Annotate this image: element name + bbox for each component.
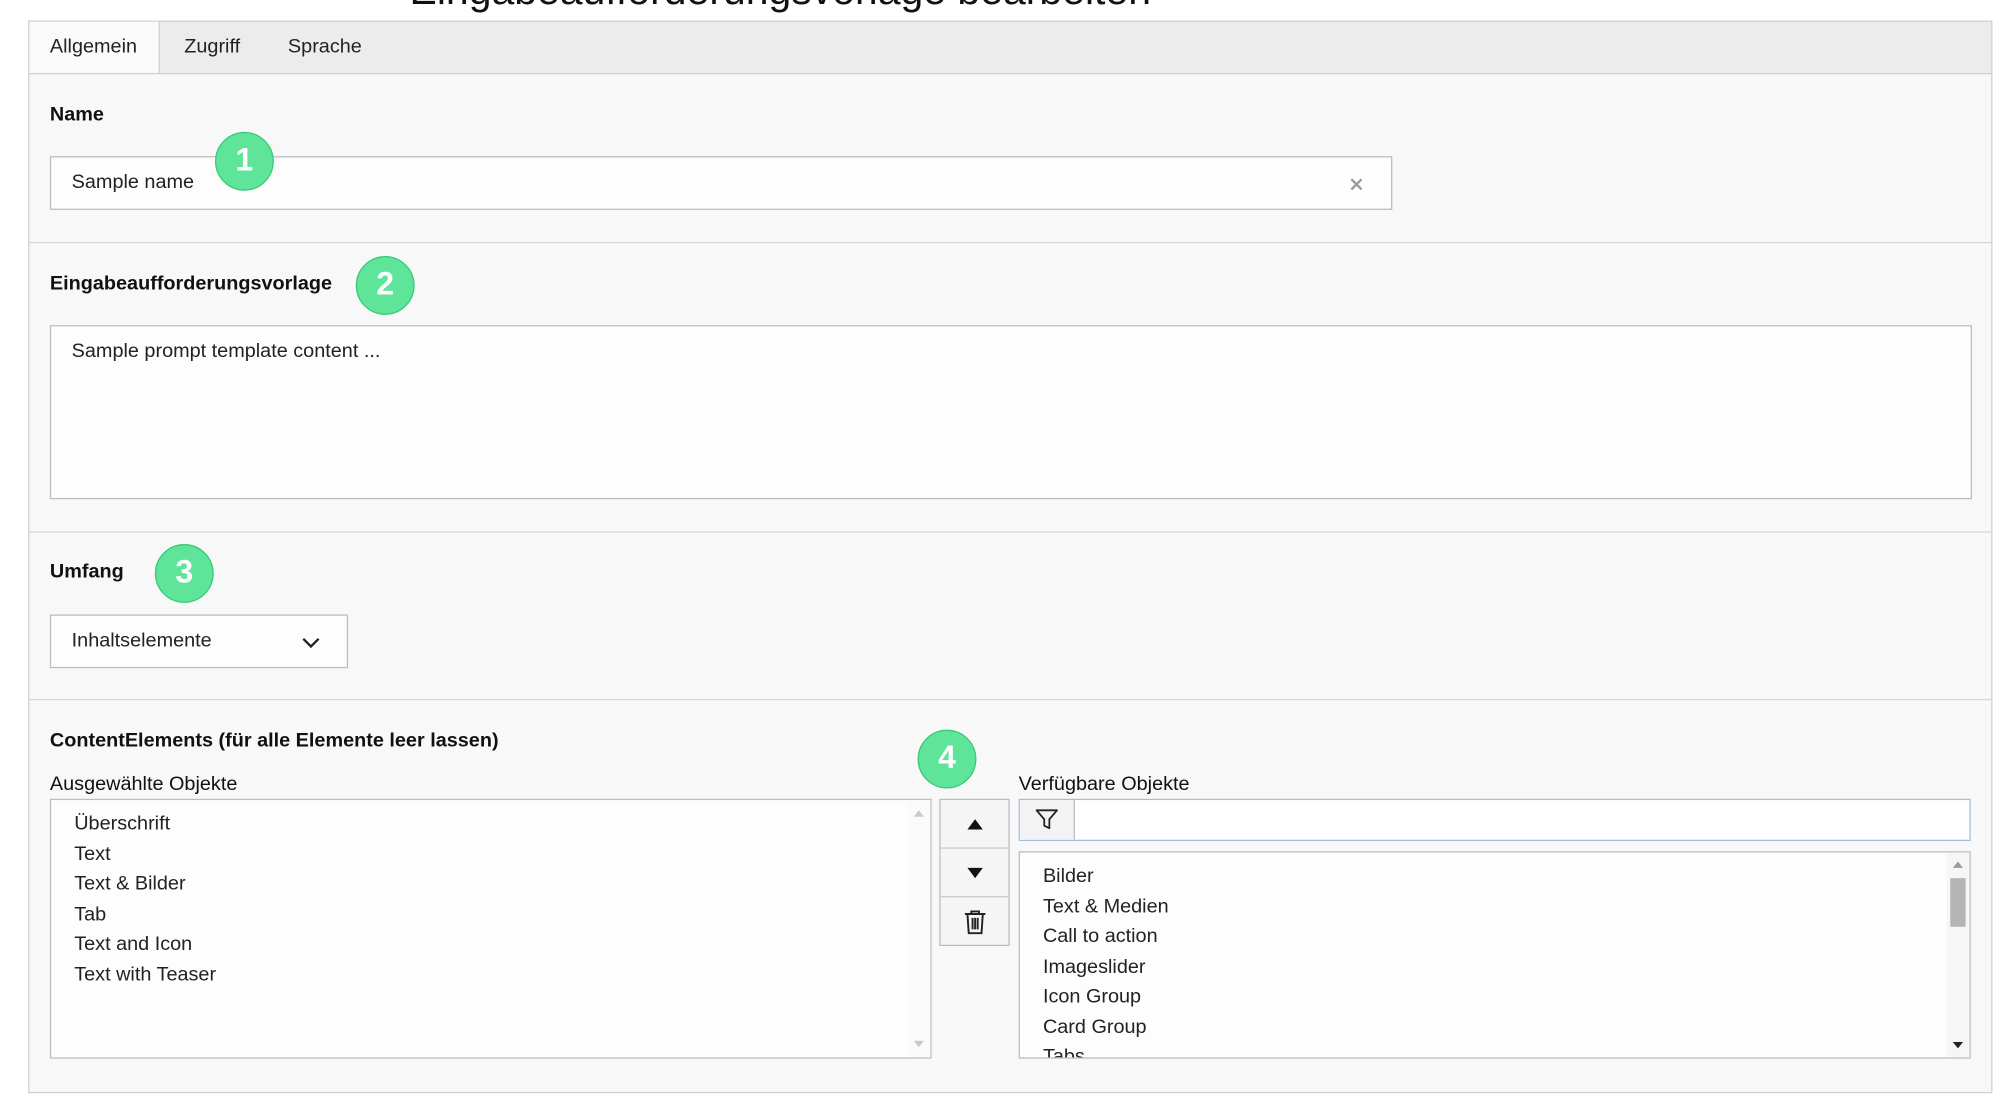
tab-label: Allgemein bbox=[49, 35, 138, 58]
filter-icon-box bbox=[1019, 800, 1075, 840]
list-item[interactable]: Text with Teaser bbox=[74, 964, 216, 987]
list-item[interactable]: Bilder bbox=[1043, 865, 1094, 888]
list-item[interactable]: Text & Bilder bbox=[74, 873, 185, 896]
list-item[interactable]: Icon Group bbox=[1043, 986, 1141, 1009]
move-down-button[interactable] bbox=[940, 849, 1009, 898]
step-badge-1: 1 bbox=[214, 131, 274, 191]
selected-objects-list[interactable]: Überschrift Text Text & Bilder Tab Text … bbox=[49, 798, 932, 1059]
move-up-icon bbox=[966, 818, 983, 829]
move-down-icon bbox=[966, 867, 983, 878]
step-badge-4: 4 bbox=[917, 729, 977, 789]
delete-button[interactable] bbox=[941, 897, 1009, 946]
tab-bar: Allgemein Zugriff Sprache bbox=[28, 20, 1993, 76]
filter-icon bbox=[1035, 809, 1058, 830]
name-input-value: Sample name bbox=[71, 171, 195, 194]
scroll-down-arrow-icon[interactable] bbox=[1952, 1041, 1965, 1051]
list-item[interactable]: Call to action bbox=[1043, 926, 1158, 949]
scroll-up-arrow-icon[interactable] bbox=[912, 808, 925, 818]
chevron-down-icon bbox=[302, 637, 320, 649]
scrollbar-thumb[interactable] bbox=[1950, 878, 1966, 927]
section-divider bbox=[29, 698, 1992, 701]
list-item[interactable]: Überschrift bbox=[74, 813, 170, 836]
list-item[interactable]: Tab bbox=[74, 904, 106, 927]
list-item[interactable]: Card Group bbox=[1043, 1016, 1147, 1039]
step-badge-3: 3 bbox=[154, 544, 214, 603]
trash-icon bbox=[964, 910, 985, 935]
list-item[interactable]: Tabs bbox=[1043, 1046, 1085, 1058]
page-header: Eingabeaufforderungsvorlage bearbeiten bbox=[0, 0, 2000, 13]
scrollbar[interactable] bbox=[907, 800, 931, 1058]
available-objects-label: Verfügbare Objekte bbox=[1018, 773, 1190, 795]
selected-objects-label: Ausgewählte Objekte bbox=[49, 773, 238, 795]
list-item[interactable]: Imageslider bbox=[1043, 956, 1146, 979]
name-label: Name bbox=[49, 103, 104, 126]
list-action-buttons bbox=[939, 798, 1010, 946]
available-objects-list[interactable]: Bilder Text & Medien Call to action Imag… bbox=[1018, 851, 1971, 1059]
step-badge-2: 2 bbox=[355, 256, 415, 315]
tab-zugriff[interactable]: Zugriff bbox=[165, 22, 260, 74]
template-label: Eingabeaufforderungsvorlage bbox=[49, 272, 333, 295]
filter-input-group bbox=[1018, 798, 1971, 842]
scope-select[interactable]: Inhaltselemente bbox=[49, 614, 349, 669]
list-item[interactable]: Text and Icon bbox=[74, 933, 192, 956]
page-title: Eingabeaufforderungsvorlage bearbeiten bbox=[410, 0, 1151, 13]
tab-allgemein[interactable]: Allgemein bbox=[29, 21, 160, 76]
scope-label: Umfang bbox=[49, 560, 124, 583]
template-textarea[interactable]: Sample prompt template content ... bbox=[49, 325, 1973, 500]
scrollbar[interactable] bbox=[1946, 852, 1970, 1058]
tab-sprache[interactable]: Sprache bbox=[267, 22, 377, 74]
scope-select-value: Inhaltselemente bbox=[71, 629, 212, 652]
tab-label: Zugriff bbox=[184, 35, 241, 58]
section-divider bbox=[29, 241, 1992, 244]
content-elements-label: ContentElements (für alle Elemente leer … bbox=[49, 729, 499, 752]
list-item[interactable]: Text bbox=[74, 844, 110, 867]
filter-input[interactable] bbox=[1074, 800, 1967, 840]
section-divider bbox=[29, 531, 1992, 533]
scroll-up-arrow-icon[interactable] bbox=[1952, 859, 1965, 869]
close-icon[interactable] bbox=[1346, 174, 1366, 194]
tab-label: Sprache bbox=[287, 35, 362, 58]
move-up-button[interactable] bbox=[940, 800, 1009, 849]
list-item[interactable]: Text & Medien bbox=[1043, 896, 1169, 919]
template-textarea-value: Sample prompt template content ... bbox=[71, 340, 381, 363]
scroll-down-arrow-icon[interactable] bbox=[912, 1039, 925, 1049]
